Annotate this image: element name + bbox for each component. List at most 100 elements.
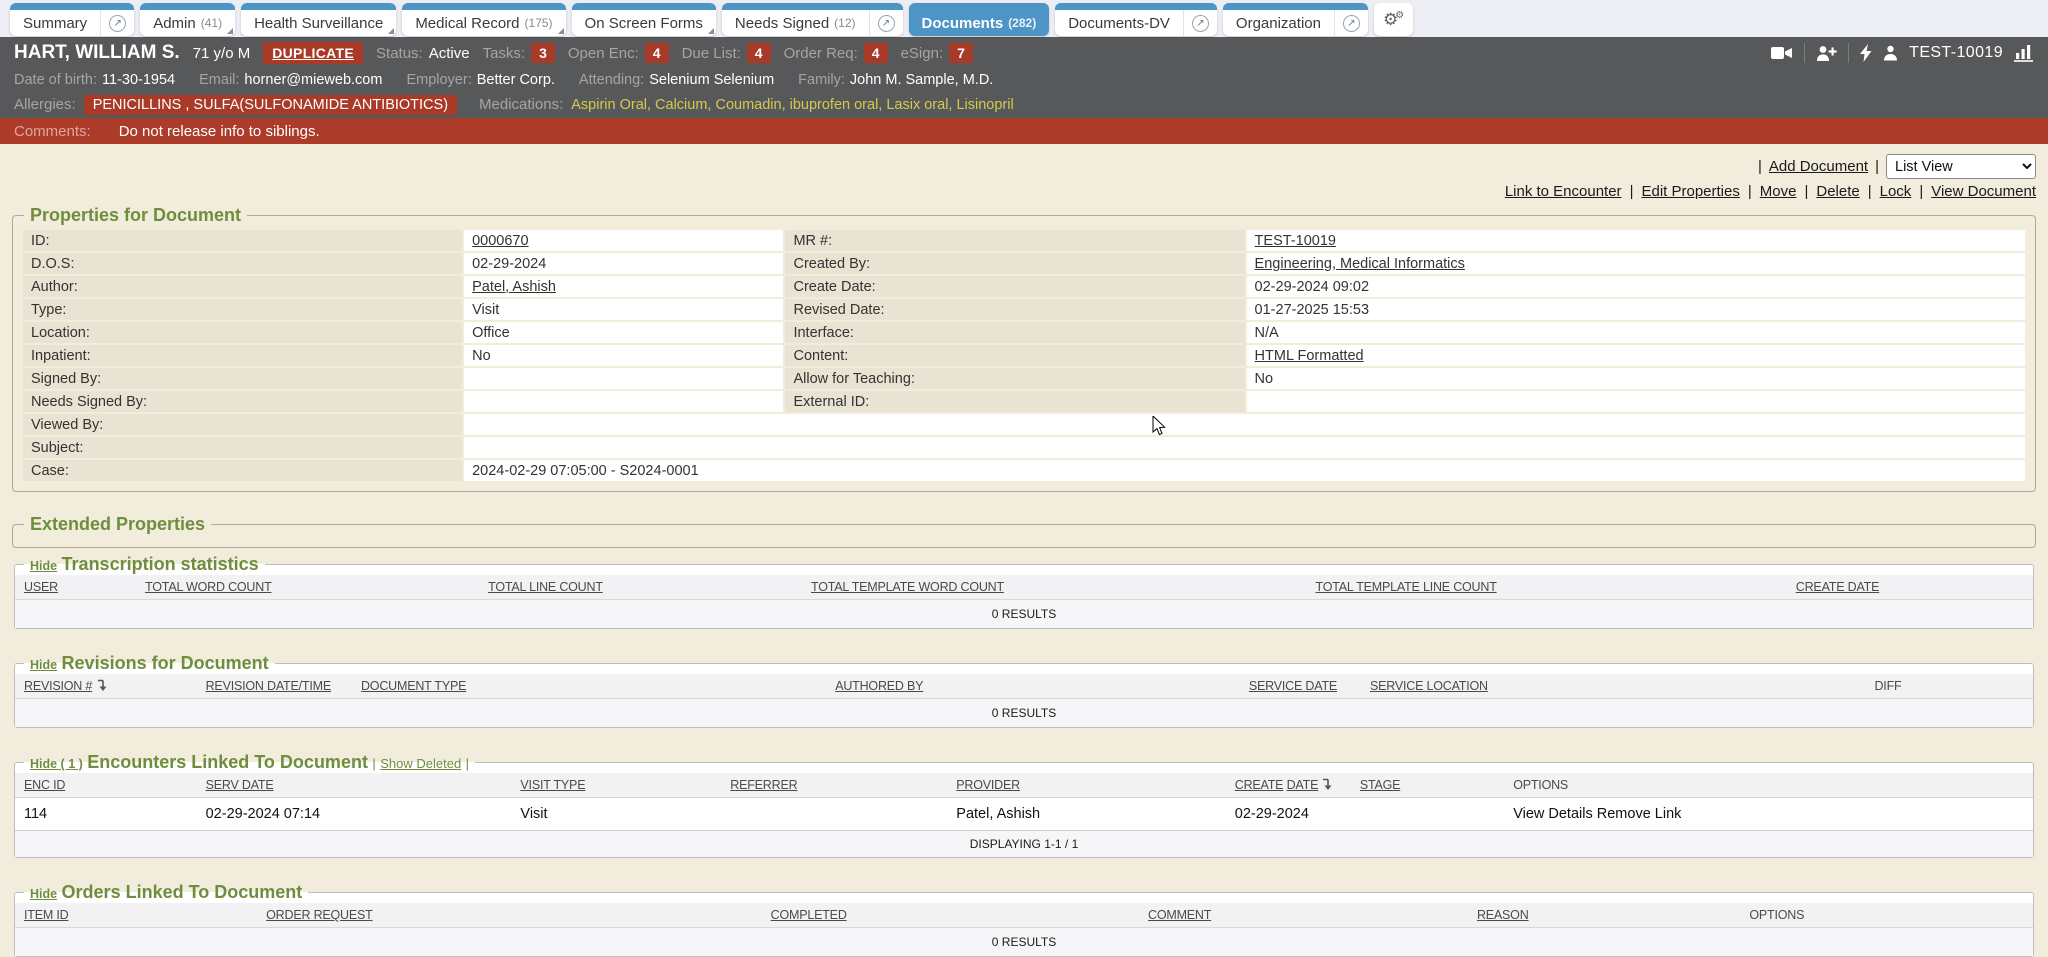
- tab-needs-signed[interactable]: Needs Signed (12) ↗: [722, 3, 903, 36]
- view-mode-select[interactable]: List View: [1886, 154, 2036, 179]
- edit-properties-link[interactable]: Edit Properties: [1641, 183, 1739, 200]
- tab-health-surveillance[interactable]: Health Surveillance: [241, 3, 396, 36]
- column-header-total-word-count[interactable]: TOTAL WORD COUNT: [136, 575, 479, 600]
- column-header-service-date[interactable]: SERVICE DATE: [1240, 674, 1361, 699]
- document-actions-bar: Link to Encounter Edit Properties Move D…: [12, 183, 2036, 200]
- hide-link[interactable]: Hide ( 1 ): [30, 757, 83, 771]
- tab-label: On Screen Forms: [585, 15, 703, 32]
- column-header-total-template-line-count[interactable]: TOTAL TEMPLATE LINE COUNT: [1307, 575, 1787, 600]
- section-title: Extended Properties: [24, 514, 211, 535]
- popout-button[interactable]: ↗: [100, 10, 134, 36]
- open-enc-count-badge[interactable]: 4: [645, 43, 669, 63]
- view-details-link[interactable]: View Details: [1513, 806, 1593, 822]
- column-header-revision-number[interactable]: REVISION #: [15, 674, 197, 699]
- mr-number-link[interactable]: TEST-10019: [1255, 233, 1336, 249]
- encounters-table: ENC ID SERV DATE VISIT TYPE REFERRER PRO…: [15, 773, 2033, 857]
- properties-table: ID: 0000670 MR #: TEST-10019 D.O.S: 02-2…: [21, 228, 2027, 483]
- section-legend: Hide Revisions for Document: [24, 653, 275, 674]
- tab-medical-record[interactable]: Medical Record (175): [402, 3, 565, 36]
- tab-label: Organization: [1236, 15, 1321, 32]
- attending-label: Attending:: [579, 72, 644, 88]
- tab-settings-button[interactable]: ⚙ ⚙: [1374, 3, 1413, 36]
- content-format-link[interactable]: HTML Formatted: [1255, 348, 1364, 364]
- column-header-revision-datetime[interactable]: REVISION DATE/TIME: [197, 674, 352, 699]
- order-req-count-badge[interactable]: 4: [864, 43, 888, 63]
- document-toolbar: Add Document List View: [12, 154, 2036, 179]
- column-header-create-date[interactable]: CREATE DATE: [1787, 575, 2033, 600]
- tab-documents[interactable]: Documents (282): [909, 3, 1050, 36]
- document-id-link[interactable]: 0000670: [472, 233, 528, 249]
- tasks-count-badge[interactable]: 3: [531, 43, 555, 63]
- field-label: Content:: [785, 345, 1244, 366]
- patient-demographics-row: Date of birth:11-30-1954 Email:horner@mi…: [0, 69, 2048, 91]
- column-header-item-id[interactable]: ITEM ID: [15, 903, 257, 928]
- field-label: ID:: [23, 230, 462, 251]
- email-label: Email:: [199, 72, 239, 88]
- hide-link[interactable]: Hide: [30, 559, 57, 573]
- referrer-cell: [721, 798, 947, 831]
- column-header-user[interactable]: USER: [15, 575, 136, 600]
- section-title: Orders Linked To Document: [62, 882, 303, 902]
- column-header-order-request[interactable]: ORDER REQUEST: [257, 903, 762, 928]
- popout-button[interactable]: ↗: [869, 10, 903, 36]
- divider: [1848, 43, 1849, 63]
- view-document-link[interactable]: View Document: [1931, 183, 2036, 200]
- move-link[interactable]: Move: [1760, 183, 1797, 200]
- delete-link[interactable]: Delete: [1816, 183, 1859, 200]
- field-label: Allow for Teaching:: [785, 368, 1244, 389]
- column-header-document-type[interactable]: DOCUMENT TYPE: [352, 674, 826, 699]
- column-header-visit-type[interactable]: VISIT TYPE: [511, 773, 721, 798]
- tab-on-screen-forms[interactable]: On Screen Forms: [572, 3, 716, 36]
- tab-count: (12): [834, 16, 855, 30]
- add-document-link[interactable]: Add Document: [1769, 158, 1868, 175]
- user-icon[interactable]: [1883, 45, 1898, 61]
- esign-count-badge[interactable]: 7: [949, 43, 973, 63]
- link-to-encounter-link[interactable]: Link to Encounter: [1505, 183, 1622, 200]
- hide-link[interactable]: Hide: [30, 887, 57, 901]
- duplicate-flag-badge[interactable]: DUPLICATE: [263, 42, 363, 64]
- remove-link-link[interactable]: Remove Link: [1597, 806, 1682, 822]
- column-header-create-date[interactable]: CREATE DATE: [1226, 773, 1319, 798]
- video-visit-icon[interactable]: [1771, 45, 1793, 61]
- show-deleted-link[interactable]: Show Deleted: [380, 756, 461, 771]
- divider: [1919, 183, 1923, 200]
- column-header-comment[interactable]: COMMENT: [1139, 903, 1468, 928]
- stage-cell: [1351, 798, 1504, 831]
- chart-tab-bar: Summary ↗ Admin (41) Health Surveillance…: [0, 0, 2048, 37]
- chart-stats-icon[interactable]: [2014, 44, 2034, 62]
- column-header-total-line-count[interactable]: TOTAL LINE COUNT: [479, 575, 802, 600]
- column-header-total-template-word-count[interactable]: TOTAL TEMPLATE WORD COUNT: [802, 575, 1307, 600]
- extended-properties-section: Extended Properties: [12, 514, 2036, 548]
- tab-admin[interactable]: Admin (41): [140, 3, 235, 36]
- popout-button[interactable]: ↗: [1183, 10, 1217, 36]
- tab-summary[interactable]: Summary ↗: [10, 3, 134, 36]
- lock-link[interactable]: Lock: [1880, 183, 1912, 200]
- column-header-provider[interactable]: PROVIDER: [947, 773, 1225, 798]
- column-header-reason[interactable]: REASON: [1468, 903, 1740, 928]
- hide-link[interactable]: Hide: [30, 658, 57, 672]
- column-header-stage[interactable]: STAGE: [1351, 773, 1504, 798]
- serv-date-cell: 02-29-2024 07:14: [197, 798, 512, 831]
- tab-menu-corner-icon: [708, 28, 714, 34]
- due-list-count-badge[interactable]: 4: [747, 43, 771, 63]
- email-value: horner@mieweb.com: [244, 72, 382, 88]
- add-user-icon[interactable]: [1816, 45, 1837, 62]
- allergy-badge[interactable]: PENICILLINS , SULFA(SULFONAMIDE ANTIBIOT…: [84, 95, 457, 115]
- column-header-serv-date[interactable]: SERV DATE: [197, 773, 512, 798]
- column-header-enc-id[interactable]: ENC ID: [15, 773, 197, 798]
- column-header-service-location[interactable]: SERVICE LOCATION: [1361, 674, 1866, 699]
- section-title: Transcription statistics: [62, 554, 259, 574]
- popout-button[interactable]: ↗: [1334, 10, 1368, 36]
- tab-documents-dv[interactable]: Documents-DV ↗: [1055, 3, 1217, 36]
- esign-label: eSign:: [901, 45, 944, 62]
- column-header-completed[interactable]: COMPLETED: [762, 903, 1139, 928]
- tab-organization[interactable]: Organization ↗: [1223, 3, 1368, 36]
- lightning-icon[interactable]: [1860, 44, 1872, 62]
- column-header-referrer[interactable]: REFERRER: [721, 773, 947, 798]
- properties-for-document-section: Properties for Document ID: 0000670 MR #…: [12, 205, 2036, 492]
- column-header-authored-by[interactable]: AUTHORED BY: [826, 674, 1240, 699]
- medications-list[interactable]: Aspirin Oral, Calcium, Coumadin, ibuprof…: [571, 97, 1013, 113]
- author-link[interactable]: Patel, Ashish: [472, 279, 556, 295]
- sort-descending-icon[interactable]: [1319, 773, 1351, 798]
- created-by-link[interactable]: Engineering, Medical Informatics: [1255, 256, 1465, 272]
